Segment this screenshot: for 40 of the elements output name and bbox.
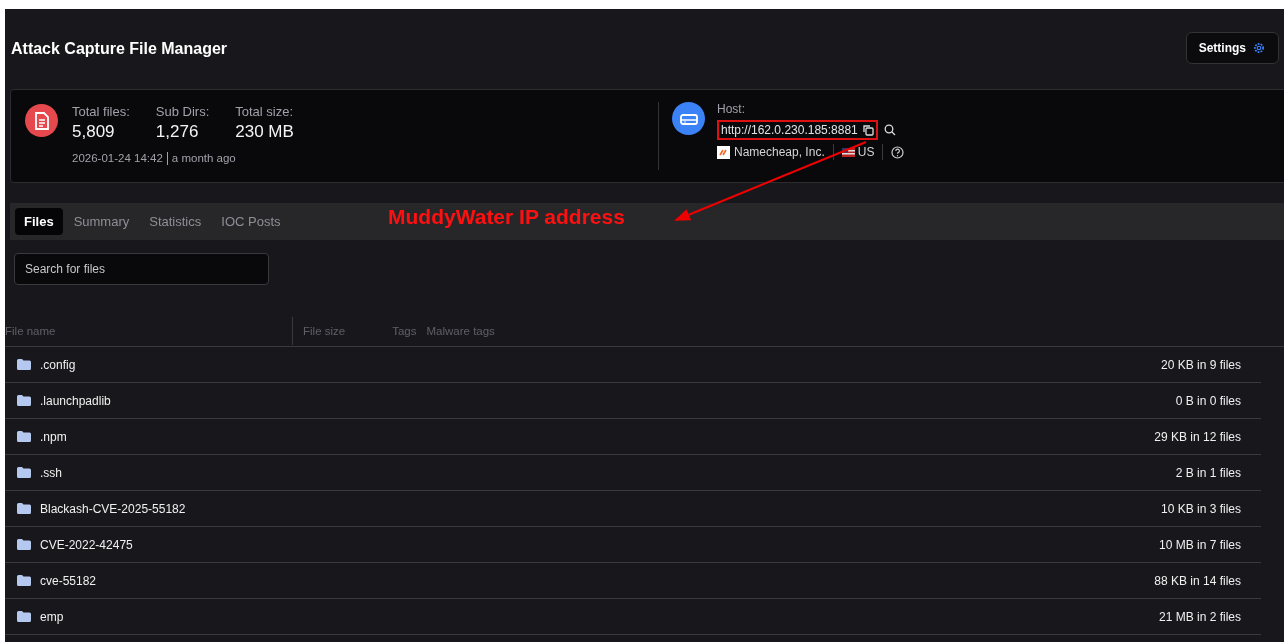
tab[interactable]: Statistics: [140, 208, 211, 235]
stat-label: Sub Dirs:: [155, 104, 210, 119]
folder-name[interactable]: .ssh: [40, 465, 62, 480]
folder-size: 0 B in 0 files: [1175, 393, 1241, 408]
folder-size: 20 KB in 9 files: [1160, 357, 1241, 372]
folder-size: 10 KB in 3 files: [1160, 501, 1241, 516]
capture-date: 2026-01-24 14:42: [72, 152, 163, 164]
tab[interactable]: Files: [15, 208, 63, 235]
folder-size: 21 MB in 2 files: [1158, 609, 1241, 624]
column-header: Malware tags: [426, 325, 495, 337]
tab[interactable]: Summary: [64, 208, 139, 235]
stat-value: 230 MB: [235, 122, 294, 142]
folder-size: 29 KB in 12 files: [1154, 429, 1241, 444]
host-url: http://162.0.230.185:8881: [717, 120, 878, 140]
folder-name[interactable]: CVE-2022-42475: [40, 537, 133, 552]
folder-name[interactable]: .launchpadlib: [40, 393, 111, 408]
relative-time: a month ago: [171, 152, 236, 164]
folder-size: 10 MB in 7 files: [1158, 537, 1241, 552]
settings-button[interactable]: Settings: [1185, 32, 1279, 64]
folder-name[interactable]: .config: [40, 357, 76, 372]
search-field[interactable]: Search for files: [14, 253, 269, 285]
folder-name[interactable]: .npm: [40, 429, 67, 444]
folder-size: 2 B in 1 files: [1175, 465, 1241, 480]
provider-name: Namecheap, Inc.: [734, 145, 825, 159]
stat-label: Total files:: [72, 104, 130, 119]
column-header: File name: [5, 325, 56, 337]
stat-label: Total size:: [235, 104, 294, 119]
stat-value: 1,276: [155, 122, 200, 142]
tab[interactable]: IOC Posts: [212, 208, 290, 235]
folder-name[interactable]: cve-55182: [40, 573, 97, 588]
column-header: Tags: [392, 325, 417, 337]
folder-size: 88 KB in 14 files: [1154, 573, 1241, 588]
column-header: File size: [303, 325, 346, 337]
stat-value: 5,809: [72, 122, 116, 142]
folder-name[interactable]: Blackash-CVE-2025-55182: [40, 501, 186, 516]
folder-name[interactable]: emp: [40, 609, 64, 624]
host-label: Host:: [717, 102, 746, 116]
page-title: Attack Capture File Manager: [11, 40, 228, 58]
country-code: US: [857, 145, 875, 159]
annotation-label: MuddyWater IP address: [388, 205, 625, 229]
